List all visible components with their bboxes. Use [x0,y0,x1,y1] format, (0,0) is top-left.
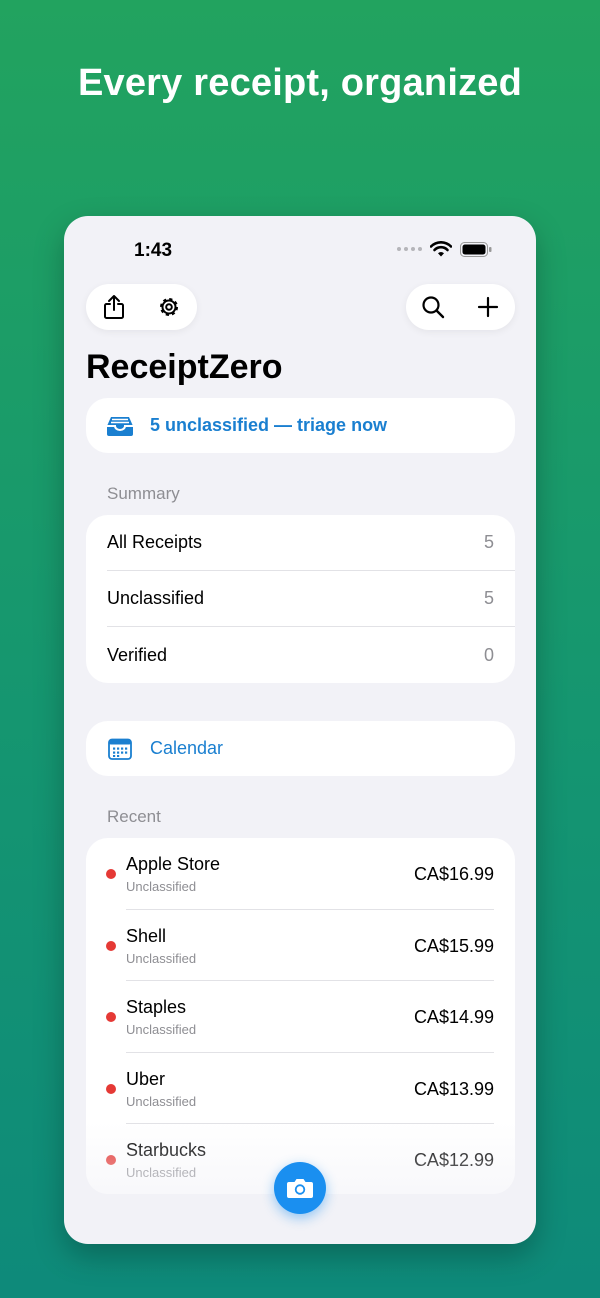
receipt-amount: CA$13.99 [413,1078,494,1099]
phone-screen: 1:43 ReceiptZero 5 unclassified — triage… [64,216,536,1244]
receipt-row[interactable]: Shell Unclassified CA$15.99 [106,910,494,981]
status-bar-time: 1:43 [134,240,173,261]
unclassified-status-dot [106,1155,116,1165]
summary-row-label: Unclassified [107,588,205,608]
summary-row-label: Verified [107,644,168,665]
summary-row-count: 0 [483,644,494,665]
status-bar-icons [397,241,492,257]
toolbar-left-group [86,284,197,330]
receipt-merchant: Staples [126,997,187,1017]
receipt-merchant: Apple Store [126,854,221,874]
calendar-row[interactable]: Calendar [86,721,515,776]
unclassified-status-dot [106,1012,116,1022]
unclassified-status-dot [106,1083,116,1094]
receipt-row[interactable]: Apple Store Unclassified CA$16.99 [106,838,494,910]
summary-row-verified[interactable]: Verified 0 [107,627,515,683]
plus-icon[interactable] [468,287,508,327]
summary-row-unclassified[interactable]: Unclassified 5 [107,571,515,627]
receipt-amount: CA$15.99 [413,935,494,956]
gear-icon[interactable] [149,287,189,327]
receipt-status: Unclassified [126,1165,197,1180]
receipt-amount: CA$12.99 [413,1150,494,1170]
cellular-signal-icon [397,247,422,251]
receipt-amount: CA$14.99 [413,1007,494,1027]
camera-capture-button[interactable] [274,1162,326,1214]
receipt-merchant: Uber [126,1068,166,1089]
unclassified-status-dot [106,940,116,951]
unclassified-status-dot [106,869,116,879]
summary-header: Summary [107,484,180,503]
receipt-status: Unclassified [126,1022,197,1037]
toolbar-right-group [406,284,515,330]
share-icon[interactable] [94,287,134,327]
search-icon[interactable] [413,287,453,327]
receipt-row[interactable]: Uber Unclassified CA$13.99 [106,1053,494,1124]
summary-row-label: All Receipts [107,532,203,552]
summary-row-count: 5 [483,532,494,552]
marketing-headline: Every receipt, organized [77,62,523,104]
calendar-label: Calendar [150,738,224,758]
camera-icon [287,1179,313,1198]
battery-icon [460,241,492,257]
receipt-status: Unclassified [126,879,197,894]
receipt-row[interactable]: Staples Unclassified CA$14.99 [106,981,494,1053]
triage-label: 5 unclassified — triage now [150,415,388,435]
summary-card: All Receipts 5 Unclassified 5 Verified 0 [86,515,515,683]
receipt-amount: CA$16.99 [413,864,494,884]
receipt-merchant: Shell [126,925,167,946]
receipt-merchant: Starbucks [126,1140,207,1160]
receipt-status: Unclassified [126,1093,197,1109]
calendar-icon [108,738,132,760]
recent-header: Recent [107,807,161,826]
page-title: ReceiptZero [86,348,283,386]
inbox-tray-icon [107,416,133,436]
recent-list: Apple Store Unclassified CA$16.99 Shell … [86,838,515,1194]
summary-row-count: 5 [483,588,494,608]
summary-row-all-receipts[interactable]: All Receipts 5 [107,515,515,571]
triage-banner[interactable]: 5 unclassified — triage now [86,398,515,453]
receipt-status: Unclassified [126,950,197,966]
wifi-icon [430,241,452,257]
